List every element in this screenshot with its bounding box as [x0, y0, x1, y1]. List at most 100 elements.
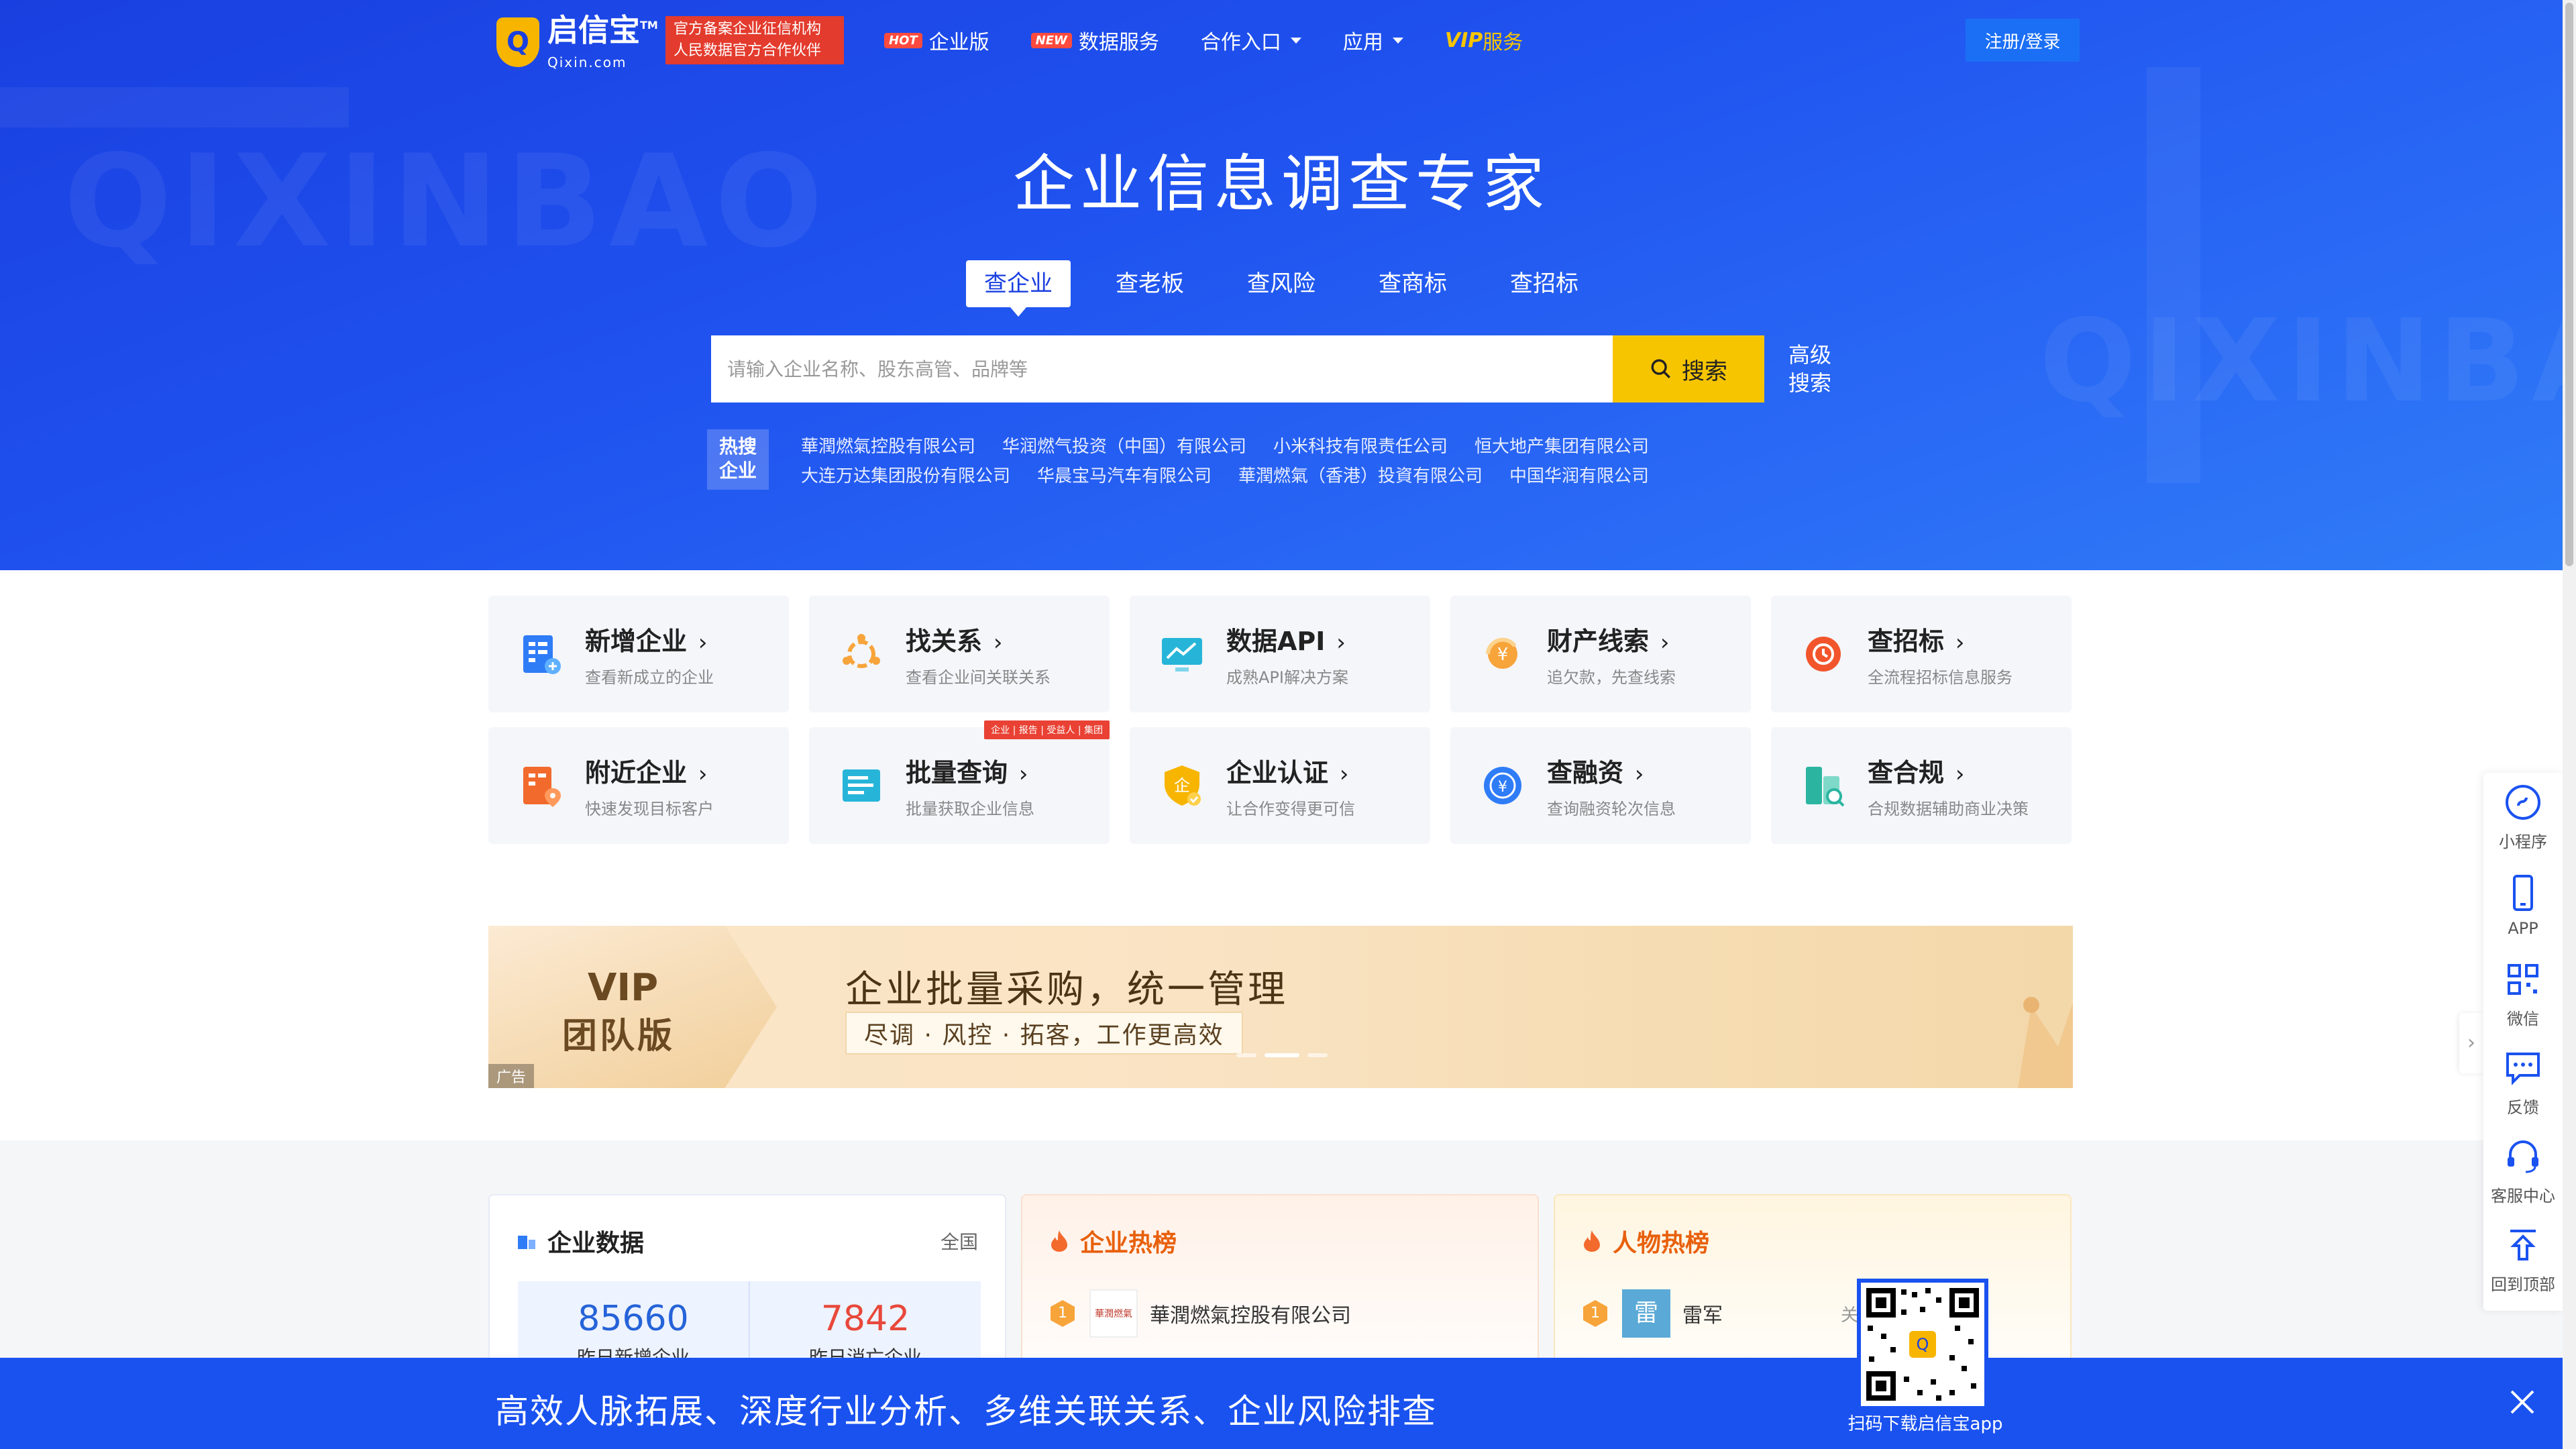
finance-icon: ¥: [1484, 767, 1521, 804]
tab-boss[interactable]: 查老板: [1097, 260, 1202, 307]
feature-title: 新增企业: [585, 621, 714, 657]
chevron-down-icon: [1290, 37, 1301, 44]
hot-company-link[interactable]: 大连万达集团股份有限公司: [801, 462, 1010, 491]
batch-icon: [843, 769, 880, 802]
advanced-search-link[interactable]: 高级 搜索: [1788, 341, 1842, 397]
feature-data-api[interactable]: 数据API 成熟API解决方案: [1130, 596, 1430, 712]
certification-badge[interactable]: 官方备案企业征信机构 人民数据官方合作伙伴: [665, 16, 844, 64]
card-title: 人物热榜: [1613, 1230, 1710, 1257]
side-wechat[interactable]: 微信: [2483, 950, 2563, 1038]
carousel-dot[interactable]: [1307, 1053, 1328, 1057]
search-icon: [1651, 359, 1670, 378]
side-back-to-top[interactable]: 回到顶部: [2483, 1216, 2563, 1304]
carousel-dot[interactable]: [1236, 1053, 1256, 1057]
feature-title: 查融资: [1547, 752, 1676, 789]
app-slogan: 高效人脉拓展、深度行业分析、多维关联关系、企业风险排查: [495, 1392, 1437, 1431]
hero-title: 企业信息调查专家: [1012, 148, 1550, 220]
search-box: 搜索: [711, 335, 1764, 402]
feature-title: 数据API: [1226, 621, 1348, 657]
nav-vip-service[interactable]: VIP 服务: [1445, 25, 1523, 55]
side-customer-service[interactable]: 客服中心: [2483, 1127, 2563, 1216]
svg-text:Q: Q: [1917, 1335, 1929, 1354]
side-app[interactable]: APP: [2483, 861, 2563, 950]
vip-ad-banner[interactable]: VIP 团队版 企业批量采购，统一管理 尽调 · 风控 · 拓客，工作更高效 广…: [488, 926, 2073, 1088]
hot-company-link[interactable]: 华润燃气投资（中国）有限公司: [1002, 432, 1246, 462]
search-tabs: 查企业 查老板 查风险 查商标 查招标: [966, 260, 1623, 317]
feature-desc: 全流程招标信息服务: [1868, 668, 2012, 687]
side-label: 回到顶部: [2491, 1275, 2555, 1294]
hot-company-link[interactable]: 华晨宝马汽车有限公司: [1037, 462, 1212, 491]
nav-label: 合作入口: [1200, 31, 1281, 54]
feature-desc: 成熟API解决方案: [1226, 668, 1348, 687]
new-company-icon: [523, 635, 561, 674]
feature-property-clues[interactable]: ¥ 财产线索 追欠款，先查线索: [1450, 596, 1751, 712]
vip-label: VIP: [588, 966, 659, 1010]
team-edition-label: 团队版: [562, 1016, 676, 1057]
qrcode-icon: [2508, 963, 2538, 995]
close-icon[interactable]: [2502, 1382, 2542, 1422]
ad-title: 企业批量采购，统一管理: [845, 968, 1288, 1012]
company-name: 華潤燃氣控股有限公司: [1150, 1304, 1351, 1328]
nav-enterprise-edition[interactable]: HOT 企业版: [884, 25, 989, 55]
search-button[interactable]: 搜索: [1613, 335, 1764, 402]
phone-icon: [2513, 875, 2533, 911]
app-qrcode: Q: [1857, 1279, 1988, 1410]
nearby-icon: [523, 767, 561, 807]
hot-company-link[interactable]: 恒大地产集团有限公司: [1474, 432, 1649, 462]
nav-label: 数据服务: [1078, 31, 1159, 54]
card-title: 企业数据: [547, 1230, 645, 1257]
relation-icon: [843, 634, 880, 668]
side-toolbar-collapse[interactable]: ›: [2459, 1013, 2483, 1073]
side-label: 微信: [2507, 1009, 2539, 1028]
ad-tag: 广告: [488, 1064, 535, 1088]
hot-company-row[interactable]: 1 華潤燃氣 華潤燃氣控股有限公司: [1051, 1289, 1351, 1338]
advanced-search-label: 高级: [1788, 342, 1832, 368]
data-chart-icon: [518, 1236, 535, 1249]
login-register-button[interactable]: 注册/登录: [1966, 19, 2080, 62]
background-shape: [0, 87, 349, 127]
tab-bidding[interactable]: 查招标: [1492, 260, 1597, 307]
nav-data-services[interactable]: NEW 数据服务: [1030, 25, 1159, 55]
tab-risk[interactable]: 查风险: [1229, 260, 1334, 307]
new-tag: NEW: [1030, 32, 1072, 48]
feature-financing[interactable]: ¥ 查融资 查询融资轮次信息: [1450, 727, 1751, 844]
feature-new-company[interactable]: 新增企业 查看新成立的企业: [488, 596, 789, 712]
company-logo: 華潤燃氣: [1089, 1289, 1138, 1338]
nav-apps[interactable]: 应用: [1343, 25, 1403, 55]
feature-nearby-company[interactable]: 附近企业 快速发现目标客户: [488, 727, 789, 844]
feature-title: 企业认证: [1226, 752, 1355, 789]
side-label: 客服中心: [2491, 1186, 2555, 1205]
site-logo[interactable]: Q 启信宝TM Qixin.com: [496, 13, 658, 70]
side-feedback[interactable]: 反馈: [2483, 1038, 2563, 1127]
hot-company-link[interactable]: 中国华润有限公司: [1509, 462, 1649, 491]
feature-title: 附近企业: [585, 752, 714, 789]
feature-title: 批量查询: [906, 752, 1034, 789]
nav-cooperation[interactable]: 合作入口: [1201, 25, 1301, 55]
hot-tag: HOT: [884, 32, 922, 48]
person-name: 雷军: [1682, 1304, 1723, 1328]
feature-company-certify[interactable]: 企 企业认证 让合作变得更可信: [1130, 727, 1430, 844]
carousel-dot[interactable]: [1265, 1053, 1299, 1057]
hot-company-link[interactable]: 小米科技有限责任公司: [1273, 432, 1448, 462]
nav-label: 企业版: [928, 31, 989, 54]
feature-compliance[interactable]: 查合规 合规数据辅助商业决策: [1771, 727, 2072, 844]
tab-trademark[interactable]: 查商标: [1360, 260, 1465, 307]
feature-batch-query[interactable]: 企业 | 报告 | 受益人 | 集团 批量查询 批量获取企业信息: [809, 720, 1110, 844]
card-title: 企业热榜: [1080, 1230, 1177, 1257]
side-label: 反馈: [2507, 1097, 2539, 1117]
tab-company[interactable]: 查企业: [966, 260, 1071, 317]
feature-title: 找关系: [906, 621, 1051, 657]
hot-search-list: 華潤燃氣控股有限公司 华润燃气投资（中国）有限公司 小米科技有限责任公司 恒大地…: [801, 432, 1740, 491]
feature-find-relation[interactable]: 找关系 查看企业间关联关系: [809, 596, 1110, 712]
hot-company-link[interactable]: 華潤燃氣（香港）投資有限公司: [1238, 462, 1483, 491]
bidding-icon: [1806, 637, 1841, 672]
hot-company-link[interactable]: 華潤燃氣控股有限公司: [801, 432, 975, 462]
feature-desc: 追欠款，先查线索: [1547, 668, 1676, 687]
search-input[interactable]: [711, 335, 1613, 402]
feature-bidding[interactable]: 查招标 全流程招标信息服务: [1771, 596, 2072, 712]
scrollbar-thumb[interactable]: [2565, 3, 2573, 566]
region-selector[interactable]: 全国: [941, 1228, 978, 1254]
feature-title: 财产线索: [1547, 621, 1676, 657]
side-mini-program[interactable]: 小程序: [2483, 773, 2563, 861]
flame-icon: [1584, 1230, 1600, 1252]
